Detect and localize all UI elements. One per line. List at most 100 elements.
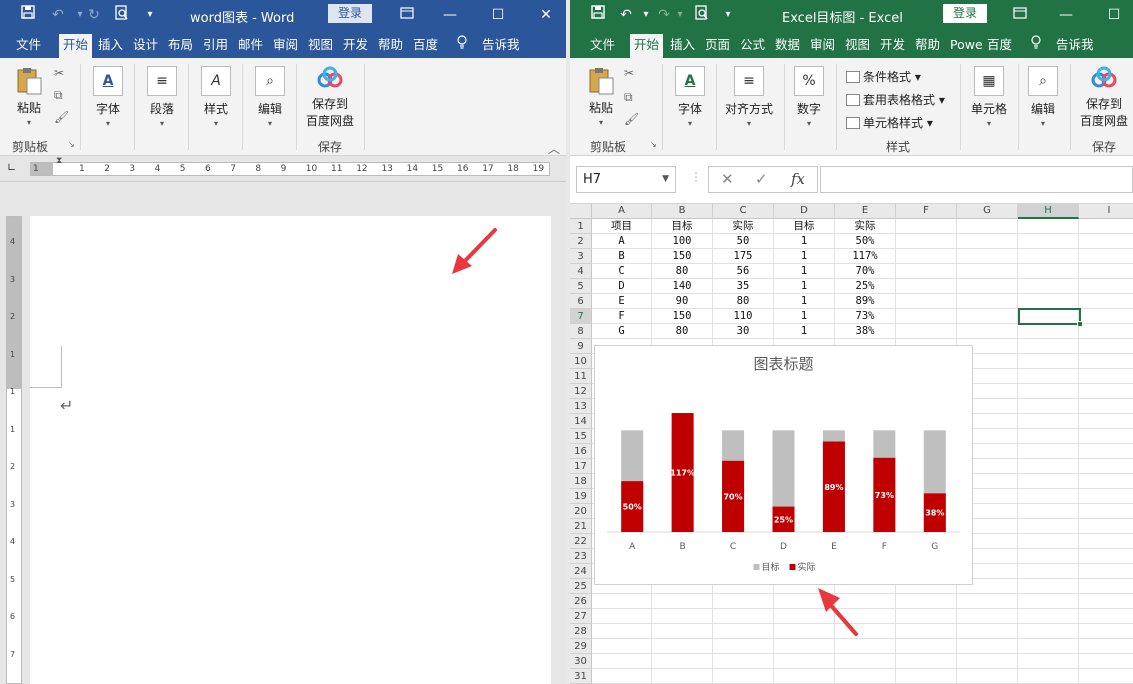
cell-h5[interactable] [1018, 279, 1079, 294]
cell-h8[interactable] [1018, 324, 1079, 339]
tab-help[interactable]: 帮助 [374, 34, 407, 58]
row-header-29[interactable]: 29 [570, 639, 592, 654]
chart-object[interactable]: 图表标题 50% A 117% B 70% C 25% D 89% E 73% F 38% G 目标 实际 [594, 345, 973, 585]
font-button[interactable]: A 字体 ▾ [88, 66, 128, 128]
row-header-28[interactable]: 28 [570, 624, 592, 639]
cell-c6[interactable]: 80 [713, 294, 774, 309]
cell-f5[interactable] [896, 279, 957, 294]
cell-h20[interactable] [1018, 504, 1079, 519]
editing-button[interactable]: ⌕ 编辑 ▾ [1022, 66, 1064, 128]
cell-b2[interactable]: 100 [652, 234, 713, 249]
cell-b8[interactable]: 80 [652, 324, 713, 339]
collapse-ribbon-icon[interactable]: ︿ [548, 140, 560, 157]
insert-function-icon[interactable]: fx [791, 170, 805, 188]
cell-a8[interactable]: G [592, 324, 652, 339]
cell-c1[interactable]: 实际 [713, 219, 774, 234]
cell-i8[interactable] [1079, 324, 1133, 339]
cell-h27[interactable] [1018, 609, 1079, 624]
cell-d1[interactable]: 目标 [774, 219, 835, 234]
name-box-dropdown-icon[interactable]: ▼ [662, 167, 669, 192]
cell-d30[interactable] [774, 654, 835, 669]
tab-baidu[interactable]: 百度 [983, 34, 1016, 58]
cell-g8[interactable] [957, 324, 1018, 339]
row-header-15[interactable]: 15 [570, 429, 592, 444]
cell-h6[interactable] [1018, 294, 1079, 309]
cell-a1[interactable]: 项目 [592, 219, 652, 234]
cell-f8[interactable] [896, 324, 957, 339]
tab-baidu[interactable]: 百度 [409, 34, 442, 58]
customize-toolbar-icon[interactable]: ▾ [140, 5, 160, 25]
cell-i17[interactable] [1079, 459, 1133, 474]
cell-i19[interactable] [1079, 489, 1133, 504]
alignment-button[interactable]: ≡ 对齐方式 ▾ [720, 66, 778, 128]
cell-h26[interactable] [1018, 594, 1079, 609]
name-box[interactable]: H7 ▼ [576, 166, 676, 193]
cell-f28[interactable] [896, 624, 957, 639]
lightbulb-icon[interactable] [452, 34, 472, 58]
cell-g5[interactable] [957, 279, 1018, 294]
cell-h25[interactable] [1018, 579, 1079, 594]
cell-c4[interactable]: 56 [713, 264, 774, 279]
cell-e5[interactable]: 25% [835, 279, 896, 294]
undo-dropdown-icon[interactable]: ▾ [636, 5, 656, 25]
row-header-23[interactable]: 23 [570, 549, 592, 564]
tab-file[interactable]: 文件 [586, 34, 619, 58]
row-header-6[interactable]: 6 [570, 294, 592, 309]
row-header-10[interactable]: 10 [570, 354, 592, 369]
tab-insert[interactable]: 插入 [666, 34, 699, 58]
cell-f6[interactable] [896, 294, 957, 309]
cell-h3[interactable] [1018, 249, 1079, 264]
tab-power[interactable]: Powe [946, 34, 987, 58]
cell-c3[interactable]: 175 [713, 249, 774, 264]
cancel-icon[interactable]: ✕ [721, 170, 734, 188]
cell-g30[interactable] [957, 654, 1018, 669]
save-baidu-button[interactable]: 保存到 百度网盘 [302, 66, 358, 129]
cell-d2[interactable]: 1 [774, 234, 835, 249]
dialog-launcher-icon[interactable]: ↘ [650, 140, 657, 149]
tab-home[interactable]: 开始 [630, 34, 664, 58]
cell-h24[interactable] [1018, 564, 1079, 579]
cell-f3[interactable] [896, 249, 957, 264]
row-header-16[interactable]: 16 [570, 444, 592, 459]
row-header-5[interactable]: 5 [570, 279, 592, 294]
cell-b1[interactable]: 目标 [652, 219, 713, 234]
cell-a29[interactable] [592, 639, 652, 654]
cell-a26[interactable] [592, 594, 652, 609]
cell-f31[interactable] [896, 669, 957, 684]
word-login-button[interactable]: 登录 [328, 4, 373, 23]
save-icon[interactable] [588, 5, 608, 25]
paste-button[interactable]: 粘贴 ▾ [10, 66, 48, 127]
ribbon-display-icon[interactable] [397, 5, 417, 25]
cell-c8[interactable]: 30 [713, 324, 774, 339]
cell-e7[interactable]: 73% [835, 309, 896, 324]
column-header-b[interactable]: B [652, 204, 713, 219]
row-header-21[interactable]: 21 [570, 519, 592, 534]
row-header-13[interactable]: 13 [570, 399, 592, 414]
row-header-24[interactable]: 24 [570, 564, 592, 579]
cell-d6[interactable]: 1 [774, 294, 835, 309]
tab-formulas[interactable]: 公式 [736, 34, 769, 58]
undo-icon[interactable]: ↶ [48, 5, 68, 25]
cell-i9[interactable] [1079, 339, 1133, 354]
cell-g31[interactable] [957, 669, 1018, 684]
cell-i5[interactable] [1079, 279, 1133, 294]
cell-f29[interactable] [896, 639, 957, 654]
cell-c28[interactable] [713, 624, 774, 639]
cell-i22[interactable] [1079, 534, 1133, 549]
number-button[interactable]: % 数字 ▾ [788, 66, 830, 128]
cell-e1[interactable]: 实际 [835, 219, 896, 234]
cell-b31[interactable] [652, 669, 713, 684]
cell-e2[interactable]: 50% [835, 234, 896, 249]
cell-h28[interactable] [1018, 624, 1079, 639]
cell-d8[interactable]: 1 [774, 324, 835, 339]
tab-developer[interactable]: 开发 [339, 34, 372, 58]
cell-i13[interactable] [1079, 399, 1133, 414]
enter-icon[interactable]: ✓ [755, 170, 768, 188]
row-header-2[interactable]: 2 [570, 234, 592, 249]
ribbon-display-icon[interactable] [1010, 5, 1030, 25]
column-header-i[interactable]: I [1079, 204, 1133, 219]
row-header-31[interactable]: 31 [570, 669, 592, 684]
minimize-icon[interactable]: — [440, 5, 460, 25]
maximize-icon[interactable]: ☐ [1104, 5, 1124, 25]
print-preview-icon[interactable] [112, 5, 132, 25]
